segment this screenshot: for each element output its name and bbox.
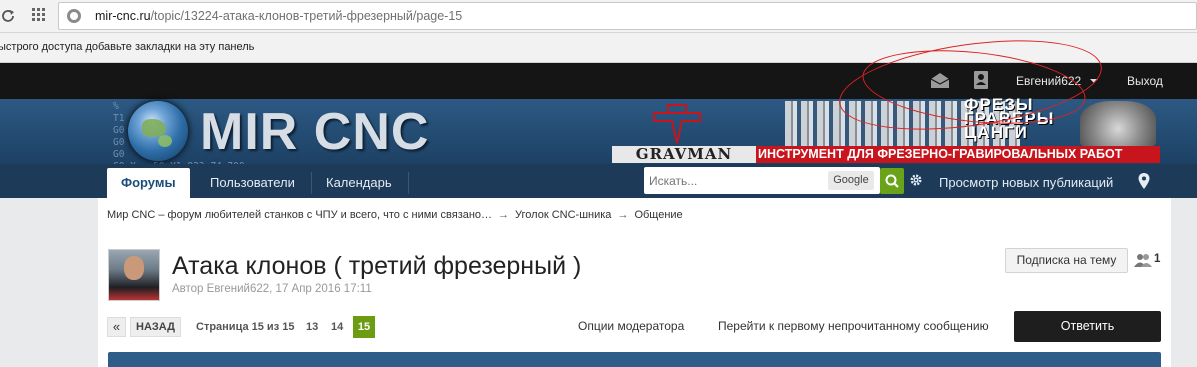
page-first-button[interactable]: « (107, 317, 126, 337)
url-text: mir-cnc.ru/topic/13224-атака-клонов-трет… (95, 9, 462, 23)
breadcrumb-item[interactable]: Мир CNC – форум любителей станков с ЧПУ … (107, 209, 492, 221)
post-header-bar (108, 352, 1161, 367)
chevron-down-icon[interactable] (1090, 79, 1098, 83)
search-icon (885, 174, 899, 188)
page-info: Страница 15 из 15 (196, 321, 295, 333)
user-menu[interactable]: Евгений622 (1016, 74, 1081, 88)
breadcrumb-item[interactable]: Уголок CNC-шника (515, 209, 611, 221)
reload-icon[interactable] (0, 8, 16, 24)
ad-products: ФРЕЗЫ ГРАВЕРЫ ЦАНГИ (964, 95, 1055, 142)
followers-count: 1 (1154, 253, 1161, 265)
search-button[interactable] (880, 168, 904, 194)
map-pin-icon[interactable] (1138, 173, 1150, 189)
site-logo[interactable]: MIR CNC (200, 102, 429, 162)
ad-brand: GRAVMAN (612, 146, 756, 163)
tab-calendar[interactable]: Календарь (312, 168, 406, 198)
page-back-button[interactable]: НАЗАД (130, 317, 181, 337)
page-title: Атака клонов ( третий фрезерный ) (172, 252, 582, 280)
page-link[interactable]: 14 (331, 321, 343, 333)
breadcrumb: Мир CNC – форум любителей станков с ЧПУ … (107, 209, 683, 221)
address-bar[interactable]: mir-cnc.ru/topic/13224-атака-клонов-трет… (58, 2, 1197, 30)
bookmarks-bar: ыстрого доступа добавьте закладки на эту… (0, 33, 1197, 63)
tab-forums[interactable]: Форумы (107, 168, 190, 198)
url-path: /topic/13224-атака-клонов-третий-фрезерн… (150, 9, 463, 23)
page-link[interactable]: 13 (306, 321, 318, 333)
avatar[interactable] (108, 249, 160, 301)
ad-collet-image (1080, 101, 1156, 147)
nav-divider (408, 172, 409, 194)
url-domain: mir-cnc.ru (95, 9, 151, 23)
gear-icon[interactable] (909, 173, 923, 187)
search-engine-selector[interactable]: Google (828, 171, 874, 190)
apps-grid-icon[interactable] (32, 8, 46, 22)
first-unread-link[interactable]: Перейти к первому непрочитанному сообщен… (718, 319, 989, 333)
ad-tagline: ИНСТРУМЕНТ ДЛЯ ФРЕЗЕРНО-ГРАВИРОВАЛЬНЫХ Р… (756, 146, 1160, 163)
notifications-icon[interactable] (973, 71, 989, 89)
site-info-icon[interactable] (67, 9, 81, 23)
tab-users[interactable]: Пользователи (196, 168, 309, 198)
page-current: 15 (353, 316, 375, 338)
breadcrumb-item[interactable]: Общение (634, 209, 682, 221)
globe-logo-icon[interactable] (128, 101, 188, 161)
breadcrumb-separator: → (498, 209, 510, 221)
view-new-content-link[interactable]: Просмотр новых публикаций (939, 175, 1113, 190)
logout-link[interactable]: Выход (1127, 74, 1163, 88)
moderator-options-link[interactable]: Опции модератора (578, 319, 684, 333)
reply-button[interactable]: Ответить (1014, 311, 1161, 342)
topic-meta: Автор Евгений622, 17 Апр 2016 17:11 (172, 283, 372, 295)
browser-toolbar: mir-cnc.ru/topic/13224-атака-клонов-трет… (0, 0, 1197, 33)
messages-icon[interactable] (930, 72, 950, 89)
subscribe-button[interactable]: Подписка на тему (1005, 248, 1128, 273)
user-bar: Евгений622 Выход (0, 63, 1197, 99)
breadcrumb-separator: → (617, 209, 629, 221)
followers-icon[interactable] (1134, 253, 1152, 267)
bookmarks-hint: ыстрого доступа добавьте закладки на эту… (0, 41, 255, 53)
engraving-bit-icon (653, 104, 701, 144)
